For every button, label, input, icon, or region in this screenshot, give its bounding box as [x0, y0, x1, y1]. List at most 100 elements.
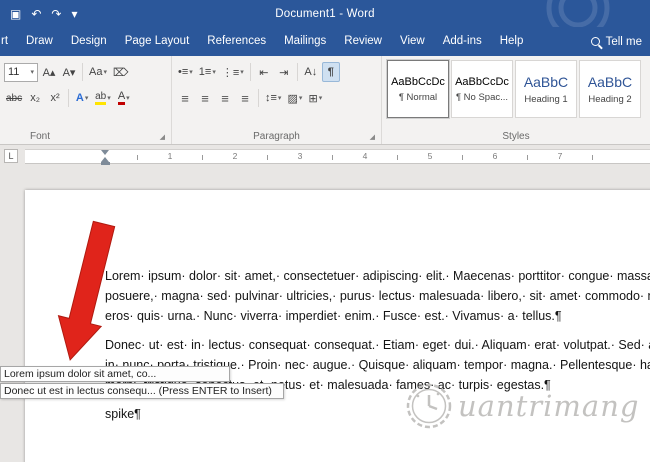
redo-button[interactable]: ↷ [51, 8, 61, 20]
styles-gallery: AaBbCcDc ¶ Normal AaBbCcDc ¶ No Spac... … [387, 60, 643, 118]
shading-icon: ▨ [287, 92, 297, 105]
tab-page-layout[interactable]: Page Layout [116, 27, 199, 56]
chevron-down-icon: ▾ [30, 68, 34, 76]
align-right-button[interactable]: ≡ [216, 88, 234, 108]
autocomplete-tooltip-line2: Donec ut est in lectus consequ... (Press… [0, 383, 284, 399]
font-size-select[interactable]: 11 ▾ [4, 63, 38, 82]
dialog-launcher-icon: ◢ [370, 134, 375, 141]
align-justify-button[interactable]: ≡ [236, 88, 254, 108]
sort-button[interactable]: A↓ [302, 62, 320, 82]
tab-help[interactable]: Help [491, 27, 533, 56]
tab-design[interactable]: Design [62, 27, 116, 56]
font-color-icon: A [118, 91, 125, 105]
left-indent-marker[interactable] [101, 162, 110, 165]
tab-insert-partial[interactable]: rt [0, 27, 17, 56]
chevron-down-icon: ▾ [71, 7, 77, 21]
ruler-band[interactable]: 1 2 3 4 5 6 7 [25, 149, 650, 164]
increase-indent-icon: ⇥ [279, 66, 288, 79]
ruler-number: 1 [164, 151, 176, 161]
separator [297, 63, 298, 81]
paragraph-group: •≡▾ 1≡▾ ⋮≡▾ ⇤ ⇥ A↓ ¶ ≡ ≡ ≡ ≡ ↕≡▾ ▨▾ ⊞▾ P… [172, 56, 382, 144]
shading-button[interactable]: ▨▾ [285, 88, 304, 108]
align-center-icon: ≡ [201, 91, 209, 106]
ruler: L 1 2 3 4 5 6 7 [0, 146, 650, 168]
tab-review[interactable]: Review [335, 27, 391, 56]
superscript-button[interactable]: x² [46, 88, 64, 108]
tab-selector-button[interactable]: L [4, 149, 18, 163]
chevron-down-icon: ▾ [278, 94, 282, 102]
tab-add-ins[interactable]: Add-ins [434, 27, 491, 56]
text-effects-button[interactable]: A▾ [73, 88, 91, 108]
ruler-number: 2 [229, 151, 241, 161]
align-center-button[interactable]: ≡ [196, 88, 214, 108]
paragraph[interactable]: Lorem· ipsum· dolor· sit· amet,· consect… [105, 266, 650, 326]
borders-icon: ⊞ [308, 92, 317, 105]
bullets-button[interactable]: •≡▾ [176, 62, 195, 82]
line-spacing-button[interactable]: ↕≡▾ [263, 88, 283, 108]
style-preview: AaBbC [588, 74, 632, 90]
styles-group: AaBbCcDc ¶ Normal AaBbCcDc ¶ No Spac... … [382, 56, 650, 144]
separator [258, 89, 259, 107]
chevron-down-icon: ▾ [189, 68, 193, 76]
increase-indent-button[interactable]: ⇥ [275, 62, 293, 82]
redo-icon: ↷ [51, 7, 61, 21]
bullets-icon: •≡ [178, 66, 188, 78]
title-bar: ▣ ↶ ↷ ▾ Document1 - Word [0, 0, 650, 27]
text-effects-icon: A [76, 92, 84, 104]
align-left-button[interactable]: ≡ [176, 88, 194, 108]
page[interactable]: Lorem· ipsum· dolor· sit· amet,· consect… [25, 190, 650, 462]
style-label: Heading 2 [588, 94, 631, 105]
undo-icon: ↶ [31, 7, 41, 21]
numbering-button[interactable]: 1≡▾ [197, 62, 218, 82]
tab-draw[interactable]: Draw [17, 27, 62, 56]
tab-references[interactable]: References [198, 27, 275, 56]
multilevel-list-icon: ⋮≡ [222, 66, 239, 79]
font-color-button[interactable]: A▾ [115, 88, 133, 108]
undo-button[interactable]: ↶ [31, 8, 41, 20]
ruler-number: 6 [489, 151, 501, 161]
style-heading-2[interactable]: AaBbC Heading 2 [579, 60, 641, 118]
autocomplete-tooltip-line1: Lorem ipsum dolor sit amet, co... [0, 366, 230, 382]
grow-font-button[interactable]: A▴ [40, 62, 58, 82]
style-normal[interactable]: AaBbCcDc ¶ Normal [387, 60, 449, 118]
multilevel-list-button[interactable]: ⋮≡▾ [220, 62, 246, 82]
font-dialog-launcher[interactable]: ◢ [160, 133, 165, 141]
superscript-icon: x² [51, 92, 60, 104]
tell-me-label: Tell me [606, 36, 642, 48]
paragraph-dialog-launcher[interactable]: ◢ [370, 133, 375, 141]
save-button[interactable]: ▣ [10, 8, 21, 20]
style-label: ¶ No Spac... [456, 92, 508, 103]
subscript-button[interactable]: x₂ [26, 88, 44, 108]
style-heading-1[interactable]: AaBbC Heading 1 [515, 60, 577, 118]
show-hide-formatting-button[interactable]: ¶ [322, 62, 340, 82]
decrease-indent-button[interactable]: ⇤ [255, 62, 273, 82]
paragraph[interactable]: spike¶ [105, 404, 650, 424]
separator [250, 63, 251, 81]
borders-button[interactable]: ⊞▾ [306, 88, 324, 108]
style-label: ¶ Normal [399, 92, 437, 103]
tell-me-button[interactable]: Tell me [591, 36, 650, 48]
highlight-button[interactable]: ab▾ [93, 88, 113, 108]
save-icon: ▣ [10, 7, 21, 21]
align-justify-icon: ≡ [241, 91, 249, 106]
grow-font-icon: A▴ [43, 66, 56, 79]
tab-mailings[interactable]: Mailings [275, 27, 335, 56]
document-text[interactable]: Lorem· ipsum· dolor· sit· amet,· consect… [105, 266, 650, 433]
tab-view[interactable]: View [391, 27, 434, 56]
chevron-down-icon: ▾ [299, 94, 303, 102]
style-preview: AaBbC [524, 74, 568, 90]
strikethrough-button[interactable]: abc [4, 88, 24, 108]
numbering-icon: 1≡ [199, 66, 212, 78]
ruler-tick [462, 155, 463, 160]
style-no-spacing[interactable]: AaBbCcDc ¶ No Spac... [451, 60, 513, 118]
shrink-font-button[interactable]: A▾ [60, 62, 78, 82]
customize-quick-access-button[interactable]: ▾ [71, 8, 77, 20]
change-case-button[interactable]: Aa▾ [87, 62, 109, 82]
clear-formatting-button[interactable]: ⌦ [111, 62, 131, 82]
ribbon-tab-row: rt Draw Design Page Layout References Ma… [0, 27, 650, 56]
first-line-indent-marker[interactable] [101, 150, 109, 155]
clear-formatting-icon: ⌦ [113, 66, 129, 79]
ruler-tick [592, 155, 593, 160]
separator [68, 89, 69, 107]
separator [82, 63, 83, 81]
